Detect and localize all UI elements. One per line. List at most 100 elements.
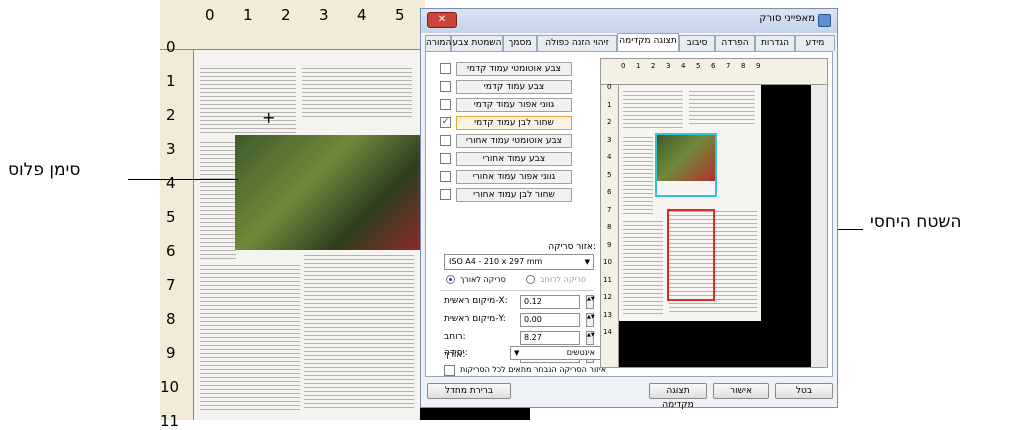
dialog-titlebar: ✕ מאפייני סורק (421, 9, 837, 33)
scan-option-checkbox[interactable] (440, 135, 451, 146)
scan-option-row: גווני אפור עמוד קדמי (440, 98, 590, 112)
preview-ruler-left-number: 14 (603, 328, 612, 336)
scan-option-checkbox[interactable] (440, 189, 451, 200)
ruler-top-number: 4 (357, 6, 367, 24)
callout-line-left (128, 179, 238, 180)
scan-option-checkbox[interactable]: ✓ (440, 117, 451, 128)
tab-item[interactable]: מסמך (503, 35, 537, 51)
ruler-left-number: 7 (166, 276, 176, 294)
ruler-top-number: 0 (205, 6, 215, 24)
scan-option-row: צבע אוטומטי עמוד קדמי (440, 62, 590, 76)
callout-relative-area-label: השטח היחסי (870, 212, 962, 232)
tab-item[interactable]: מידע (795, 35, 835, 51)
match-all-label: איזור הסריקה הנבחר מתאים לכל הסריקות (460, 365, 607, 374)
scanner-app-icon (818, 14, 831, 27)
scan-option-row: צבע עמוד קדמי (440, 80, 590, 94)
ruler-left-number: 6 (166, 242, 176, 260)
scan-option-checkbox[interactable] (440, 153, 451, 164)
scan-area-field-input[interactable]: 8.27 (520, 331, 580, 345)
preview-ruler-left-number: 9 (607, 240, 612, 249)
background-photo (235, 135, 420, 250)
tab-item[interactable]: הגדרות (755, 35, 795, 51)
scan-option-button[interactable]: צבע אוטומטי עמוד קדמי (456, 62, 572, 76)
scan-option-button[interactable]: שחור לבן עמוד אחורי (456, 188, 572, 202)
scan-option-button[interactable]: גווני אפור עמוד אחורי (456, 170, 572, 184)
tab-item[interactable]: המורה (425, 35, 451, 51)
cancel-button[interactable]: בטל (775, 383, 833, 399)
unit-value: אינטשים (566, 348, 595, 357)
preview-ruler-left-number: 0 (607, 83, 612, 91)
preview-ruler-top-number: 9 (756, 62, 761, 70)
callout-plus-mark-label: סימן פלוס (8, 160, 81, 180)
orientation-landscape-label: סריקה לאורך (460, 275, 506, 284)
ruler-left-number: 0 (166, 38, 176, 56)
close-button[interactable]: ✕ (427, 12, 457, 28)
unit-label: יחידה: (444, 348, 468, 358)
scan-option-checkbox[interactable] (440, 63, 451, 74)
tab-item[interactable]: הפרדה (715, 35, 755, 51)
tab-item[interactable]: השמטת צבע (451, 35, 503, 51)
spinner-icon[interactable]: ▲▼ (586, 313, 595, 327)
ok-button[interactable]: אישור (713, 383, 769, 399)
preview-ruler-top-number: 4 (681, 62, 686, 70)
scan-area-label: אזור סריקה: (548, 242, 596, 252)
scan-option-row: ✓ שחור לבן עמוד קדמי (440, 116, 590, 130)
tab-item[interactable]: תצוגה מקדימה (617, 33, 679, 51)
scan-area-value: ISO A4 - 210 x 297 mm (449, 257, 543, 266)
preview-relative-area-red[interactable] (667, 209, 715, 301)
dialog-title: מאפייני סורק (759, 13, 815, 24)
preview-ruler-left-number: 6 (607, 188, 612, 196)
scan-option-button[interactable]: צבע אוטומטי עמוד אחורי (456, 134, 572, 148)
scan-area-field-input[interactable]: 0.12 (520, 295, 580, 309)
scan-option-button[interactable]: צבע עמוד קדמי (456, 80, 572, 94)
spinner-icon[interactable]: ▲▼ (586, 295, 595, 309)
preview-ruler-left-number: 2 (607, 118, 612, 126)
chevron-down-icon: ▼ (514, 349, 520, 357)
scan-option-checkbox[interactable] (440, 171, 451, 182)
chevron-down-icon: ▼ (584, 258, 590, 266)
ruler-left-number: 8 (166, 310, 176, 328)
background-ruler-top (160, 0, 425, 50)
scan-area-field-label: מיקום ראשית-X: (444, 296, 508, 306)
ruler-left-number: 2 (166, 106, 176, 124)
scan-area-field-label: רוחב: (444, 332, 466, 342)
scan-option-row: גווני אפור עמוד אחורי (440, 170, 590, 184)
scanner-properties-dialog: ✕ מאפייני סורק מידע הגדרות הפרדה סיבוב תצוגה… (420, 8, 838, 410)
ruler-left-number: 3 (166, 140, 176, 158)
preview-button[interactable]: תצוגה מקדימה (649, 383, 707, 410)
scan-option-checkbox[interactable] (440, 99, 451, 110)
spinner-icon[interactable]: ▲▼ (586, 331, 595, 345)
unit-select[interactable]: ▼ אינטשים (510, 346, 602, 360)
preview-ruler-left-number: 7 (607, 205, 612, 214)
scan-option-checkbox[interactable] (440, 81, 451, 92)
preview-ruler-top-number: 7 (726, 62, 731, 70)
scan-option-button[interactable]: גווני אפור עמוד קדמי (456, 98, 572, 112)
orientation-landscape-radio[interactable] (446, 275, 455, 284)
orientation-portrait-label: סריקה לרוחב (540, 275, 587, 284)
match-all-checkbox[interactable] (444, 365, 455, 376)
scan-option-button[interactable]: צבע עמוד אחורי (456, 152, 572, 166)
ruler-top-number: 2 (281, 6, 291, 24)
tab-item[interactable]: סיבוב (679, 35, 715, 51)
preview-ruler-left-number: 13 (603, 310, 612, 319)
preview-ruler-top-number: 2 (651, 62, 656, 70)
preview-ruler-left-number: 11 (603, 275, 612, 284)
scan-option-button[interactable]: שחור לבן עמוד קדמי (456, 116, 572, 130)
scan-option-row: שחור לבן עמוד אחורי (440, 188, 590, 202)
preview-ruler-top-number: 3 (666, 62, 671, 70)
ruler-left-number: 10 (160, 378, 180, 396)
scan-area-select[interactable]: ISO A4 - 210 x 297 mm ▼ (444, 254, 594, 270)
tab-item[interactable]: זיהוי הזנה כפולה (537, 35, 617, 51)
scan-option-row: צבע עמוד אחורי (440, 152, 590, 166)
orientation-portrait-radio[interactable] (526, 275, 535, 284)
scan-area-field-input[interactable]: 0.00 (520, 313, 580, 327)
preview-pane[interactable]: 0123456789 0 1 2 3 4 5 6 7 8 9 10 11 12 13 14 (600, 58, 828, 368)
scan-area-field-label: מיקום ראשית-Y: (444, 314, 506, 324)
default-button[interactable]: ברירת מחדל (427, 383, 511, 399)
preview-ruler-top-number: 6 (711, 62, 716, 70)
preview-ruler-left-number: 10 (603, 258, 612, 266)
tab-bar: מידע הגדרות הפרדה סיבוב תצוגה מקדימה זיהוי הז… (423, 33, 835, 51)
ruler-left-number: 5 (166, 208, 176, 226)
preview-selection-cyan[interactable] (655, 133, 717, 197)
ruler-top-number: 1 (243, 6, 253, 24)
